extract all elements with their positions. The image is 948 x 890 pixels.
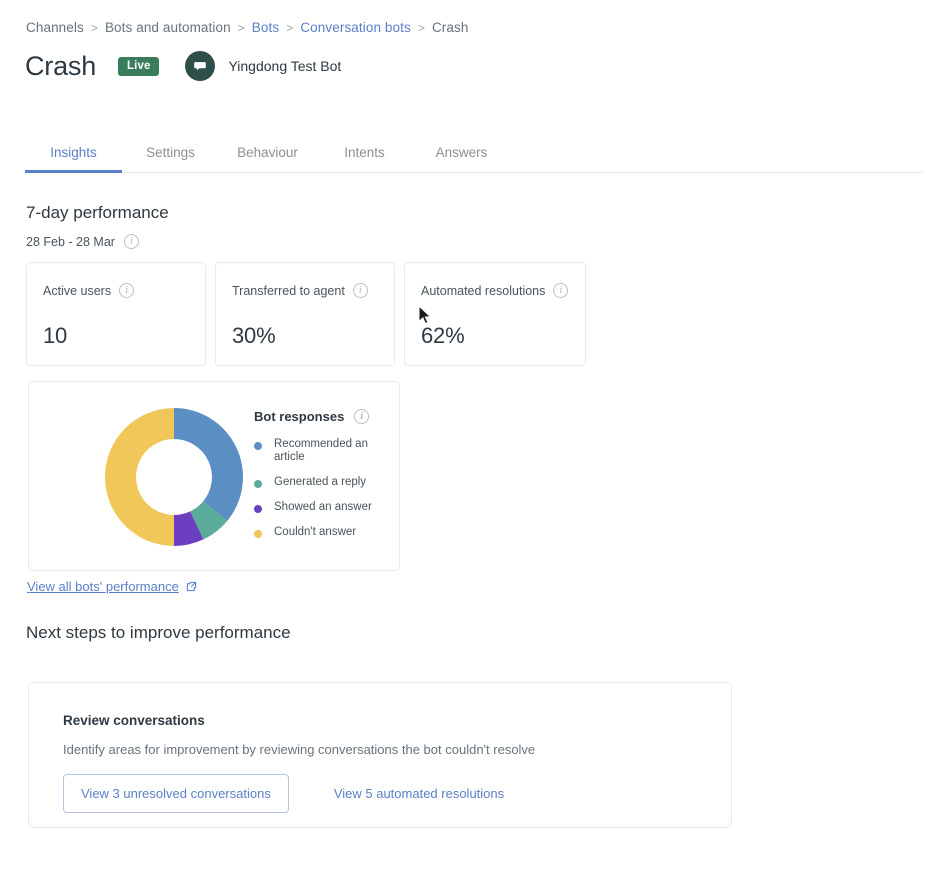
- breadcrumb-item-channels[interactable]: Channels: [26, 20, 84, 35]
- breadcrumb-item-conversation-bots[interactable]: Conversation bots: [300, 20, 411, 35]
- metric-card-automated-resolutions: Automated resolutions i 62%: [404, 262, 586, 366]
- external-link-icon: [186, 581, 197, 592]
- view-all-bots-performance-link[interactable]: View all bots' performance: [27, 579, 197, 594]
- breadcrumb-item-bots-and-automation[interactable]: Bots and automation: [105, 20, 231, 35]
- metric-label: Active users: [43, 283, 112, 298]
- page-header: Crash Live Yingdong Test Bot: [25, 50, 341, 82]
- info-icon[interactable]: i: [354, 409, 370, 424]
- legend-label: Recommended an article: [274, 438, 368, 463]
- donut-segment[interactable]: [105, 408, 174, 546]
- metric-value: 10: [43, 323, 68, 348]
- chart-title-row: Bot responses i: [254, 409, 394, 424]
- legend-color-swatch: [254, 442, 262, 450]
- metric-value: 62%: [421, 323, 465, 348]
- card-description: Identify areas for improvement by review…: [63, 742, 536, 757]
- tab-bar: Insights Settings Behaviour Intents Answ…: [25, 139, 923, 173]
- donut-chart-svg: [105, 408, 243, 546]
- metric-header: Transferred to agent i: [232, 283, 378, 298]
- breadcrumb: Channels > Bots and automation > Bots > …: [26, 20, 468, 35]
- donut-chart: [105, 408, 243, 546]
- legend-color-swatch: [254, 480, 262, 488]
- legend-item: Recommended an article: [254, 438, 394, 464]
- tab-behaviour[interactable]: Behaviour: [219, 145, 316, 173]
- avatar: [185, 51, 216, 81]
- tab-settings[interactable]: Settings: [122, 145, 219, 173]
- review-conversations-card: Review conversations Identify areas for …: [28, 682, 732, 828]
- card-actions: View 3 unresolved conversations View 5 a…: [63, 774, 697, 813]
- breadcrumb-item-crash: Crash: [431, 20, 469, 35]
- legend-item: Couldn't answer: [254, 526, 394, 539]
- date-range: 28 Feb - 28 Mar i: [26, 234, 139, 249]
- next-steps-section-title: Next steps to improve performance: [26, 623, 291, 642]
- tab-answers[interactable]: Answers: [413, 145, 510, 173]
- metric-header: Active users i: [43, 283, 189, 298]
- metric-label: Transferred to agent: [232, 283, 345, 298]
- insights-page: Channels > Bots and automation > Bots > …: [0, 0, 948, 890]
- chart-title: Bot responses: [254, 409, 345, 424]
- legend-item: Showed an answer: [254, 501, 394, 514]
- info-icon[interactable]: i: [553, 283, 569, 298]
- info-icon[interactable]: i: [119, 283, 135, 298]
- bot-chip[interactable]: Yingdong Test Bot: [185, 51, 341, 81]
- breadcrumb-separator: >: [286, 20, 294, 35]
- chart-legend: Bot responses i Recommended an article Ge…: [254, 409, 394, 551]
- legend-color-swatch: [254, 530, 262, 538]
- bot-responses-card: Bot responses i Recommended an article Ge…: [28, 381, 400, 571]
- page-title: Crash: [25, 51, 97, 81]
- view-unresolved-conversations-button[interactable]: View 3 unresolved conversations: [63, 774, 289, 813]
- donut-segment[interactable]: [174, 408, 243, 521]
- view-all-link-label: View all bots' performance: [27, 579, 179, 594]
- breadcrumb-separator: >: [417, 20, 425, 35]
- tab-insights[interactable]: Insights: [25, 145, 122, 173]
- legend-item: Generated a reply: [254, 476, 394, 489]
- legend-color-swatch: [254, 505, 262, 513]
- metric-card-active-users: Active users i 10: [26, 262, 206, 366]
- legend-label: Generated a reply: [274, 476, 367, 488]
- metric-value: 30%: [232, 323, 276, 348]
- breadcrumb-separator: >: [237, 20, 245, 35]
- legend-item-list: Recommended an article Generated a reply S…: [254, 438, 394, 539]
- info-icon[interactable]: i: [123, 234, 139, 249]
- metric-card-list: Active users i 10 Transferred to agent i…: [26, 262, 595, 366]
- performance-section-title: 7-day performance: [26, 203, 169, 222]
- metric-label: Automated resolutions: [421, 283, 546, 298]
- metric-card-transferred-to-agent: Transferred to agent i 30%: [215, 262, 395, 366]
- date-range-label: 28 Feb - 28 Mar: [26, 234, 115, 249]
- breadcrumb-separator: >: [90, 20, 98, 35]
- legend-label: Couldn't answer: [274, 526, 357, 538]
- metric-header: Automated resolutions i: [421, 283, 569, 298]
- card-title: Review conversations: [63, 713, 205, 728]
- bot-name: Yingdong Test Bot: [228, 58, 342, 74]
- view-automated-resolutions-button[interactable]: View 5 automated resolutions: [316, 774, 522, 813]
- tab-intents[interactable]: Intents: [316, 145, 413, 173]
- chat-bubble-icon: [194, 62, 207, 71]
- status-badge: Live: [118, 56, 160, 76]
- breadcrumb-item-bots[interactable]: Bots: [252, 20, 279, 35]
- info-icon[interactable]: i: [352, 283, 368, 298]
- legend-label: Showed an answer: [274, 501, 372, 513]
